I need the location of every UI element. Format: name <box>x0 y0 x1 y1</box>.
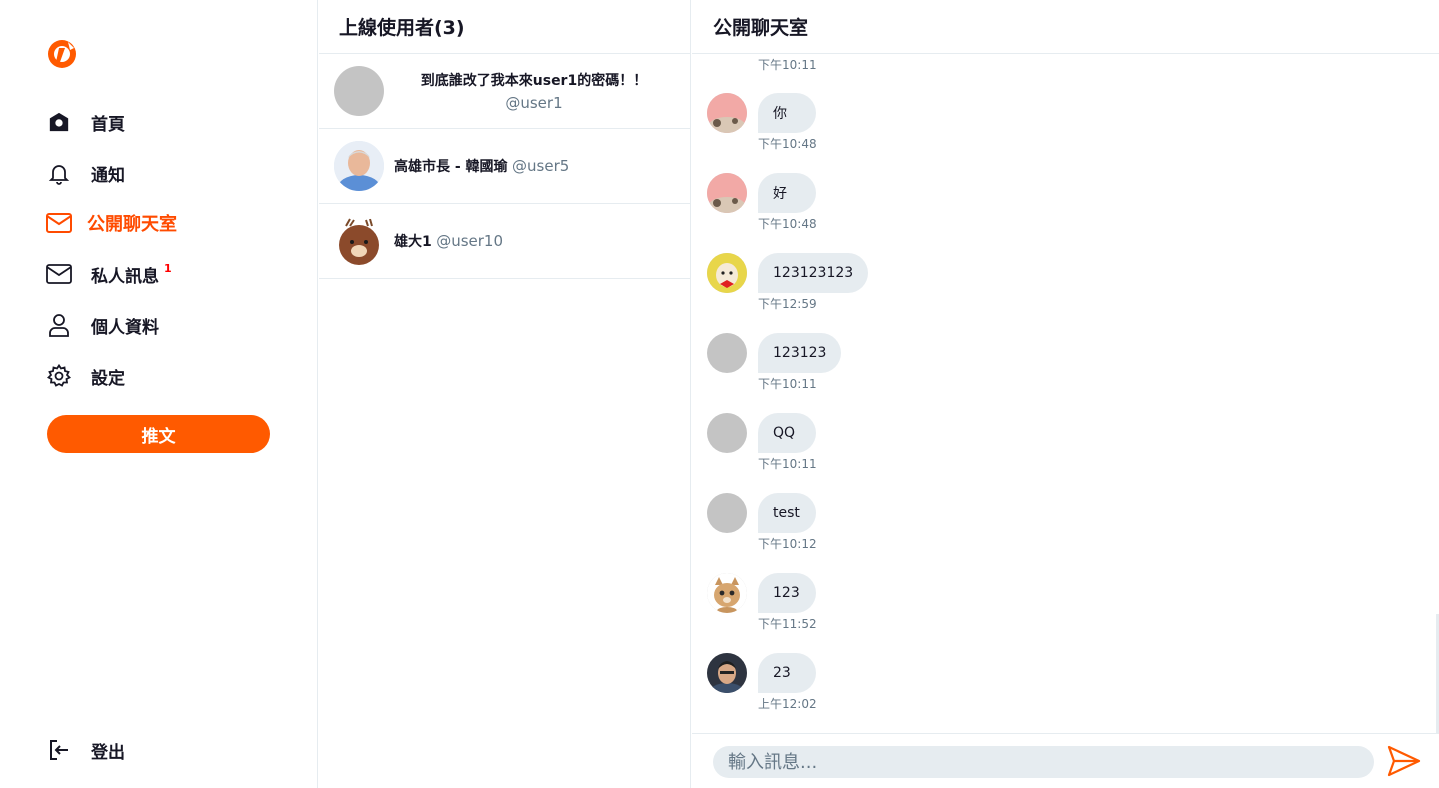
nav-home-label: 首頁 <box>91 114 125 135</box>
user-account: @user1 <box>505 94 563 112</box>
message-bubble: QQ <box>758 413 816 453</box>
message-composer <box>692 733 1439 788</box>
nav-home[interactable]: 首頁 <box>46 107 125 137</box>
bell-icon <box>46 160 72 186</box>
user-name: 到底誰改了我本來user1的密碼！！ <box>420 73 648 89</box>
message-bubble: 23 <box>758 653 816 693</box>
logout-button[interactable]: 登出 <box>46 735 125 765</box>
message-time: 下午10:48 <box>758 217 817 231</box>
message-time: 下午10:11 <box>758 58 817 72</box>
brand-logo-icon[interactable] <box>46 38 78 70</box>
online-users-panel: 上線使用者(3) 到底誰改了我本來user1的密碼！！ @user1 高雄市長 … <box>319 0 691 788</box>
message-bubble: test <box>758 493 816 533</box>
nav-private-messages-label: 私人訊息 <box>91 266 159 287</box>
mail-icon <box>46 261 72 287</box>
message-time: 上午12:02 <box>758 697 817 711</box>
send-button[interactable] <box>1386 744 1422 780</box>
nav-public-chat[interactable]: 公開聊天室 <box>46 208 177 238</box>
online-users-title: 上線使用者(3) <box>319 0 690 54</box>
tweet-button[interactable]: 推文 <box>47 415 270 453</box>
avatar <box>707 253 747 293</box>
message-bubble: 123123 <box>758 333 842 373</box>
gear-icon <box>46 363 72 389</box>
user-name: 高雄市長 - 韓國瑜 <box>394 159 508 175</box>
unread-badge: 1 <box>164 261 172 275</box>
public-chat-panel: 公開聊天室 下午10:11 你 下午10:48 好 下午10:48 123123… <box>692 0 1439 788</box>
message-time: 下午10:11 <box>758 457 817 471</box>
online-user-row[interactable]: 雄大1 @user10 <box>319 204 690 279</box>
message-time: 下午12:59 <box>758 297 817 311</box>
nav-profile-label: 個人資料 <box>91 317 159 338</box>
mail-icon <box>46 210 72 236</box>
message-time: 下午10:11 <box>758 377 817 391</box>
user-name: 雄大1 <box>394 234 432 250</box>
user-account: @user10 <box>436 232 504 250</box>
nav-settings[interactable]: 設定 <box>46 361 125 391</box>
avatar <box>334 216 384 266</box>
avatar <box>707 333 747 373</box>
message-time: 下午10:48 <box>758 137 817 151</box>
chat-title: 公開聊天室 <box>692 0 1439 54</box>
nav-settings-label: 設定 <box>91 368 125 389</box>
user-icon <box>46 312 72 338</box>
message-input[interactable] <box>713 746 1374 778</box>
message-time: 下午11:52 <box>758 617 817 631</box>
avatar <box>707 653 747 693</box>
online-user-row[interactable]: 高雄市長 - 韓國瑜 @user5 <box>319 129 690 204</box>
nav-notifications[interactable]: 通知 <box>46 158 125 188</box>
avatar <box>707 493 747 533</box>
app-root: 首頁 通知 公開聊天室 私人訊息 1 個人資料 設定 推文 登出 上線使用者(3… <box>0 0 1439 788</box>
avatar <box>707 93 747 133</box>
avatar <box>334 141 384 191</box>
avatar <box>707 413 747 453</box>
send-icon <box>1387 745 1421 780</box>
message-bubble: 你 <box>758 93 816 133</box>
user-account: @user5 <box>512 157 570 175</box>
avatar <box>707 173 747 213</box>
message-bubble: 好 <box>758 173 816 213</box>
nav-notifications-label: 通知 <box>91 165 125 186</box>
message-bubble: 123123123 <box>758 253 869 293</box>
logout-icon <box>46 737 72 763</box>
nav-public-chat-label: 公開聊天室 <box>87 214 177 235</box>
logout-label: 登出 <box>91 742 125 763</box>
avatar <box>334 66 384 116</box>
sidebar: 首頁 通知 公開聊天室 私人訊息 1 個人資料 設定 推文 登出 <box>0 0 318 788</box>
home-icon <box>46 109 72 135</box>
online-user-row[interactable]: 到底誰改了我本來user1的密碼！！ @user1 <box>319 54 690 129</box>
message-time: 下午10:12 <box>758 537 817 551</box>
nav-private-messages[interactable]: 私人訊息 1 <box>46 259 172 289</box>
nav-profile[interactable]: 個人資料 <box>46 310 159 340</box>
avatar <box>707 573 747 613</box>
message-bubble: 123 <box>758 573 816 613</box>
message-list[interactable]: 下午10:11 你 下午10:48 好 下午10:48 123123123 下午… <box>692 54 1439 733</box>
